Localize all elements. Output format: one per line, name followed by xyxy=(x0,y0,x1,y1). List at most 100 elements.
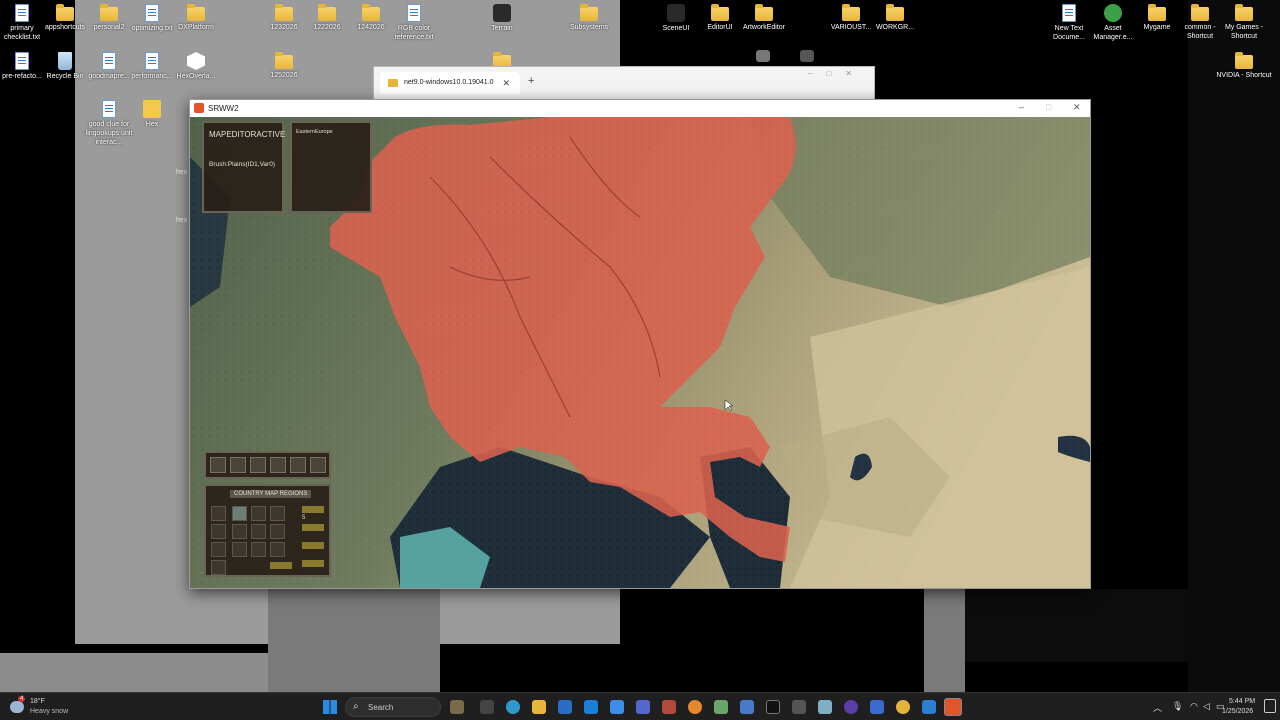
palette-cell[interactable] xyxy=(251,524,266,539)
paint-tool-icon[interactable] xyxy=(230,457,246,473)
explorer-tab-label: net9.0-windows10.0.19041.0 xyxy=(404,79,494,86)
taskbar-paint-icon[interactable] xyxy=(636,700,650,714)
editor-status-panel: MAPEDITORACTIVE Brush:Plains(ID1,Var0) xyxy=(202,121,286,213)
clock-date[interactable]: 1/25/2026 xyxy=(1222,708,1253,715)
folder-icon xyxy=(100,4,118,21)
palette-side-button[interactable] xyxy=(211,506,226,521)
taskbar-chrome-icon[interactable] xyxy=(896,700,910,714)
folder-icon xyxy=(56,4,74,21)
palette-side-button[interactable] xyxy=(211,542,226,557)
desktop-icon-label: Asset Manager.e... xyxy=(1093,25,1133,41)
palette-option-button[interactable] xyxy=(270,562,292,569)
archive-icon xyxy=(143,100,161,118)
palette-option-button[interactable] xyxy=(302,542,324,549)
taskbar-task-view-icon[interactable] xyxy=(480,700,494,714)
taskbar-outlook-icon[interactable] xyxy=(558,700,572,714)
close-tab-icon[interactable]: ✕ xyxy=(502,78,510,89)
desktop-icon-artworkeditor[interactable]: ArtworkEditor xyxy=(735,4,793,32)
taskbar-headset-icon[interactable] xyxy=(844,700,858,714)
desktop-icon-1252026[interactable]: 1252026 xyxy=(255,52,313,80)
palette-tabs[interactable]: COUNTRY MAP REGIONS xyxy=(230,490,312,498)
taskbar-edge-icon[interactable] xyxy=(506,700,520,714)
palette-side-button[interactable] xyxy=(211,560,226,575)
taskbar-store-icon[interactable] xyxy=(584,700,598,714)
palette-cell[interactable] xyxy=(251,542,266,557)
taskbar-app-icon-1[interactable] xyxy=(450,700,464,714)
new-tab-icon[interactable]: + xyxy=(528,75,534,87)
palette-option-button[interactable] xyxy=(302,506,324,513)
building-tool-icon[interactable] xyxy=(250,457,266,473)
palette-cell[interactable] xyxy=(270,542,285,557)
palette-option-button[interactable] xyxy=(302,524,324,531)
tray-chevron-icon[interactable]: ︿ xyxy=(1153,701,1162,714)
desktop-icon-label: Terrain xyxy=(491,25,513,32)
palette-cell[interactable] xyxy=(251,506,266,521)
editor-toolbar xyxy=(204,451,331,479)
settings-tool-icon[interactable] xyxy=(310,457,326,473)
desktop-icon-rgb-reference[interactable]: RGB color reference.txt xyxy=(385,4,443,42)
recycle-bin-icon xyxy=(58,52,72,70)
taskbar-document-icon[interactable] xyxy=(740,700,754,714)
taskbar-app-icon-3[interactable] xyxy=(714,700,728,714)
window-controls[interactable]: –□✕ xyxy=(808,69,866,78)
select-tool-icon[interactable] xyxy=(210,457,226,473)
tray-volume-icon[interactable]: ◁ xyxy=(1203,701,1210,712)
desktop-icon-label: 1242026 xyxy=(357,24,385,31)
desktop-icon-label: New Text Docume... xyxy=(1053,25,1085,41)
desktop-icon-mygames-shortcut[interactable]: My Games - Shortcut xyxy=(1215,4,1273,41)
desktop-icon-nvidia-shortcut[interactable]: NVIDIA - Shortcut xyxy=(1215,52,1273,80)
palette-cell-selected[interactable] xyxy=(232,506,247,521)
desktop-icon-terrain[interactable]: Terrain xyxy=(473,4,531,33)
desktop-icon-label: personal2 xyxy=(93,24,125,31)
explorer-tab[interactable]: net9.0-windows10.0.19041.0 ✕ xyxy=(380,72,520,94)
file-explorer-window[interactable]: net9.0-windows10.0.19041.0 ✕ + –□✕ xyxy=(373,66,875,102)
factory-tool-icon[interactable] xyxy=(270,457,286,473)
taskbar-game-icon[interactable] xyxy=(944,698,962,716)
palette-cell[interactable] xyxy=(270,506,285,521)
palette-cell[interactable] xyxy=(270,524,285,539)
game-window[interactable]: SRWW2 – □ ✕ MAPEDITORACTIVE Brush:Plains… xyxy=(189,99,1091,589)
unit-tool-icon[interactable] xyxy=(290,457,306,473)
desktop-icon-subsystems[interactable]: Subsystems xyxy=(560,4,618,32)
weather-temp[interactable]: 18°F xyxy=(30,698,45,705)
taskbar-app-icon-2[interactable] xyxy=(662,700,676,714)
folder-icon xyxy=(318,4,336,21)
text-file-icon xyxy=(15,52,29,70)
tray-mic-icon[interactable]: 🎙 xyxy=(1172,701,1183,712)
minimize-icon[interactable]: – xyxy=(1019,102,1024,112)
desktop-icon-dxplatform[interactable]: DXPlatform xyxy=(167,4,225,32)
palette-stepper-value[interactable]: 5 xyxy=(302,515,305,521)
taskbar-terminal-icon[interactable] xyxy=(766,700,780,714)
weather-icon[interactable] xyxy=(10,701,24,713)
side-label-hex-2: hex xyxy=(176,217,188,224)
taskbar-explorer-icon[interactable] xyxy=(532,700,546,714)
taskbar-notepad-icon[interactable] xyxy=(610,700,624,714)
taskbar-blender-icon[interactable] xyxy=(688,700,702,714)
taskbar-snipping-icon[interactable] xyxy=(792,700,806,714)
clock-time[interactable]: 5:44 PM xyxy=(1229,698,1255,705)
taskbar-app-icon-5[interactable] xyxy=(870,700,884,714)
taskbar-vscode-icon[interactable] xyxy=(922,700,936,714)
folder-icon xyxy=(362,4,380,21)
desktop-icon-hex[interactable]: Hex xyxy=(123,100,181,129)
weather-desc[interactable]: Heavy snow xyxy=(30,708,68,715)
desktop-icon-small-app-2[interactable] xyxy=(778,50,836,64)
game-titlebar[interactable]: SRWW2 – □ ✕ xyxy=(190,100,1090,117)
palette-option-button[interactable] xyxy=(302,560,324,567)
palette-side-button[interactable] xyxy=(211,524,226,539)
palette-cell[interactable] xyxy=(232,542,247,557)
close-icon[interactable]: ✕ xyxy=(1073,102,1081,113)
tray-wifi-icon[interactable]: ◠ xyxy=(1190,701,1198,712)
start-windows-icon[interactable] xyxy=(323,700,337,714)
desktop-icon-workgr[interactable]: WORKGR... xyxy=(866,4,924,32)
notifications-icon[interactable] xyxy=(1264,699,1276,713)
folder-icon xyxy=(1148,4,1166,21)
map-viewport[interactable]: MAPEDITORACTIVE Brush:Plains(ID1,Var0) E… xyxy=(190,117,1090,588)
taskbar-search-box[interactable]: ⌕ Search xyxy=(345,697,441,717)
editor-status-text: MAPEDITORACTIVE xyxy=(209,130,286,139)
desktop-icon-hexoverlay[interactable]: HexOverla... xyxy=(167,52,225,81)
palette-cell[interactable] xyxy=(232,524,247,539)
desktop-icon-label: 1222026 xyxy=(313,24,341,31)
maximize-icon[interactable]: □ xyxy=(1046,102,1051,112)
taskbar-app-icon-4[interactable] xyxy=(818,700,832,714)
